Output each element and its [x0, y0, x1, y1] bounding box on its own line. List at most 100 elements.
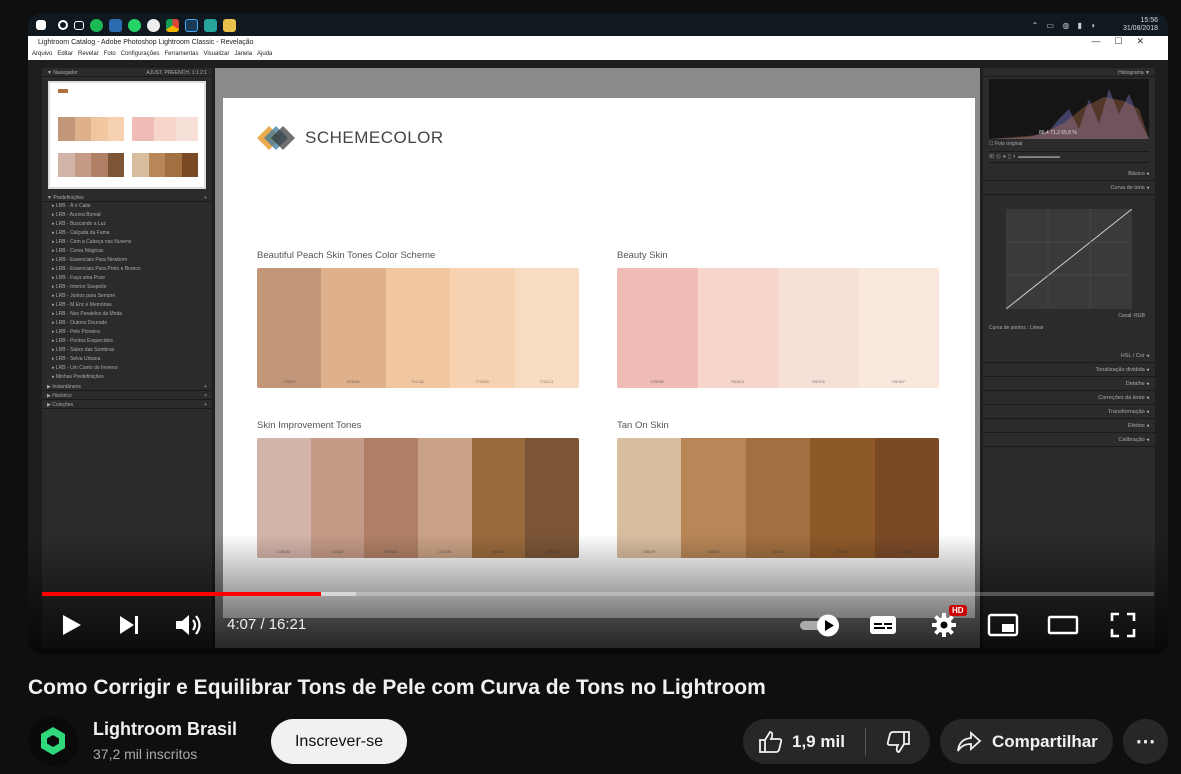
menu-item[interactable]: Editar [57, 51, 73, 59]
preset-folder[interactable]: ▸ LRB - Sabor das Sombras [42, 346, 212, 355]
develop-section-header[interactable]: Detalhe ◂ [983, 377, 1155, 391]
preset-folder[interactable]: ▸ LRB - Calçada da Fama [42, 229, 212, 238]
fullscreen-button[interactable] [1108, 610, 1138, 640]
menu-item[interactable]: Ferramentas [164, 51, 198, 59]
preset-folder[interactable]: ▸ LRB - Selva Urbana [42, 355, 212, 364]
preset-folder[interactable]: ▸ LRB - M Enc e Memórias [42, 301, 212, 310]
like-dislike-bar: 1,9 mil [743, 719, 930, 764]
develop-section-header[interactable]: Curva de tons ◂ [983, 181, 1155, 195]
swatch-row: C29678 DEB08C F1C7A2 F7D2B0 F7DCC1 [257, 268, 579, 388]
autoplay-toggle[interactable] [798, 610, 842, 640]
hd-badge: HD [949, 605, 967, 616]
develop-section-label: Transformação [1107, 409, 1145, 415]
app-title: Lightroom Catalog - Adobe Photoshop Ligh… [38, 39, 254, 46]
preset-folder[interactable]: ▸ LRB - Faça uma Pose [42, 274, 212, 283]
progress-played[interactable] [42, 592, 322, 596]
develop-section-header[interactable]: Tonalização dividida ◂ [983, 363, 1155, 377]
taskbar-clock: 15:56 31/08/2018 [1123, 17, 1158, 33]
preset-folder[interactable]: ▸ LRB - Juntos para Sempre [42, 292, 212, 301]
collapse-icon: ◂ [1144, 409, 1149, 415]
develop-sections: Básico ◂ Curva de tons ◂ Canal: RGB Curva d… [983, 167, 1155, 447]
preset-folder[interactable]: ▸ LRB - Com a Cabeça nas Nuvens [42, 238, 212, 247]
preset-folder[interactable]: ▸ LRB - Essenciais Para Newborn [42, 256, 212, 265]
scheme-title: Beautiful Peach Skin Tones Color Scheme [257, 250, 436, 261]
history-header[interactable]: ▶ Histórico × [42, 391, 212, 400]
preset-folder[interactable]: ▸ LRB - Um Canto do Inverno [42, 364, 212, 373]
more-icon: ⋯ [1135, 731, 1156, 753]
swatch-code: C29678 [283, 380, 296, 384]
develop-section-header[interactable]: Correções da lente ◂ [983, 391, 1155, 405]
preset-label: LRB - Selva Urbana [55, 356, 101, 362]
develop-section-header[interactable]: HSL / Cor ◂ [983, 349, 1155, 363]
preset-folder[interactable]: ▸ LRB - Pele Pioneira [42, 328, 212, 337]
curve-channel[interactable]: Canal: RGB [983, 309, 1155, 323]
video-player[interactable]: ⌃ ▭ ◍ ▮ ◑ 15:56 31/08/2018 Lightroom Cat… [28, 14, 1168, 654]
collapse-icon: ◂ [1144, 437, 1149, 443]
preset-label: LRB - Pontos Esquecidos [55, 338, 113, 344]
original-photo-toggle[interactable]: ☐ Foto original [983, 141, 1155, 147]
preset-label: LRB - Juntos para Sempre [55, 293, 116, 299]
menu-item[interactable]: Ajuda [257, 51, 272, 59]
more-actions-button[interactable]: ⋯ [1123, 719, 1168, 764]
taskbar-date: 31/08/2018 [1122, 25, 1158, 32]
swatch-code: F1C7A2 [411, 380, 425, 384]
presets-header[interactable]: ▼ Predefinições + [42, 193, 212, 202]
swatch-row: EFBDB5 F6D6CA F6E0D8 FAE8DF [617, 268, 939, 388]
play-button[interactable] [58, 610, 84, 640]
preset-label: LRB - Aurora Boreal [55, 212, 101, 218]
swatch-code: F6D6CA [731, 380, 745, 384]
search-icon [58, 20, 68, 30]
channel-name[interactable]: Lightroom Brasil [93, 719, 237, 740]
thumbs-up-icon [759, 730, 783, 753]
menu-item[interactable]: Revelar [78, 51, 99, 59]
preset-folder[interactable]: ▸ LRB - Pontos Esquecidos [42, 337, 212, 346]
autoplay-icon [800, 614, 839, 637]
develop-section-header[interactable]: Efeitos ◂ [983, 419, 1155, 433]
histogram-header[interactable]: Histograma ▼ [983, 68, 1155, 77]
preset-folder[interactable]: ▸ LRB - Outono Dourado [42, 319, 212, 328]
preset-folder[interactable]: ▸ LRB - Aurora Boreal [42, 211, 212, 220]
menu-item[interactable]: Configurações [121, 51, 160, 59]
point-curve-select[interactable]: Curva de pontos : Linear [983, 323, 1155, 333]
tone-curve-graph[interactable] [1005, 208, 1133, 310]
preset-folder[interactable]: ▸ Minhas Predefinições [42, 373, 212, 382]
dislike-button[interactable] [866, 719, 930, 764]
color-swatch: C29678 [257, 268, 322, 388]
miniplayer-button[interactable] [986, 610, 1020, 640]
develop-section-header[interactable]: Calibração ◂ [983, 433, 1155, 447]
preset-folder[interactable]: ▸ LRB - Nos Paralelos da Moda [42, 310, 212, 319]
menu-item[interactable]: Janela [234, 51, 252, 59]
like-button[interactable]: 1,9 mil [743, 719, 865, 764]
scheme-title: Tan On Skin [617, 420, 669, 431]
share-button[interactable]: Compartilhar [940, 719, 1113, 764]
volume-button[interactable] [173, 610, 205, 640]
lightroom-icon [185, 18, 198, 32]
channel-avatar[interactable] [28, 716, 78, 766]
preset-folder[interactable]: ▸ LRB - Cores Mágicas [42, 247, 212, 256]
collections-header[interactable]: ▶ Coleções + [42, 400, 212, 409]
menu-item[interactable]: Visualizar [203, 51, 229, 59]
color-swatch: EFBDB5 [617, 268, 698, 388]
color-swatch: F7DCC1 [514, 268, 579, 388]
theater-mode-button[interactable] [1046, 610, 1080, 640]
snapshots-header[interactable]: ▶ Instantâneos + [42, 382, 212, 391]
preset-folder[interactable]: ▸ LRB - Interior Suspeito [42, 283, 212, 292]
preset-folder[interactable]: ▸ LRB - Essenciais Para Preto e Branco [42, 265, 212, 274]
menu-item[interactable]: Arquivo [32, 51, 52, 59]
menu-item[interactable]: Foto [104, 51, 116, 59]
like-count: 1,9 mil [792, 731, 845, 751]
subscribe-button[interactable]: Inscrever-se [271, 719, 407, 764]
system-tray-icons: ⌃ ▭ ◍ ▮ ◑ [1031, 21, 1098, 30]
next-button[interactable] [116, 610, 142, 640]
volume-icon [176, 615, 201, 635]
develop-section-header[interactable]: Básico ◂ [983, 167, 1155, 181]
develop-section-header[interactable]: Transformação ◂ [983, 405, 1155, 419]
subtitles-button[interactable] [868, 610, 898, 640]
original-photo-label: Foto original [994, 141, 1023, 147]
spotify-icon [90, 18, 103, 32]
tool-strip[interactable]: ⊞ ◎ ● ▯ ◐ ▬▬▬▬▬▬▬ [989, 151, 1149, 163]
preset-folder[interactable]: ▸ LRB - À o Calor [42, 202, 212, 211]
preset-folder[interactable]: ▸ LRB - Buscando a Luz [42, 220, 212, 229]
folder-icon [223, 18, 236, 32]
chrome-icon [166, 18, 179, 32]
